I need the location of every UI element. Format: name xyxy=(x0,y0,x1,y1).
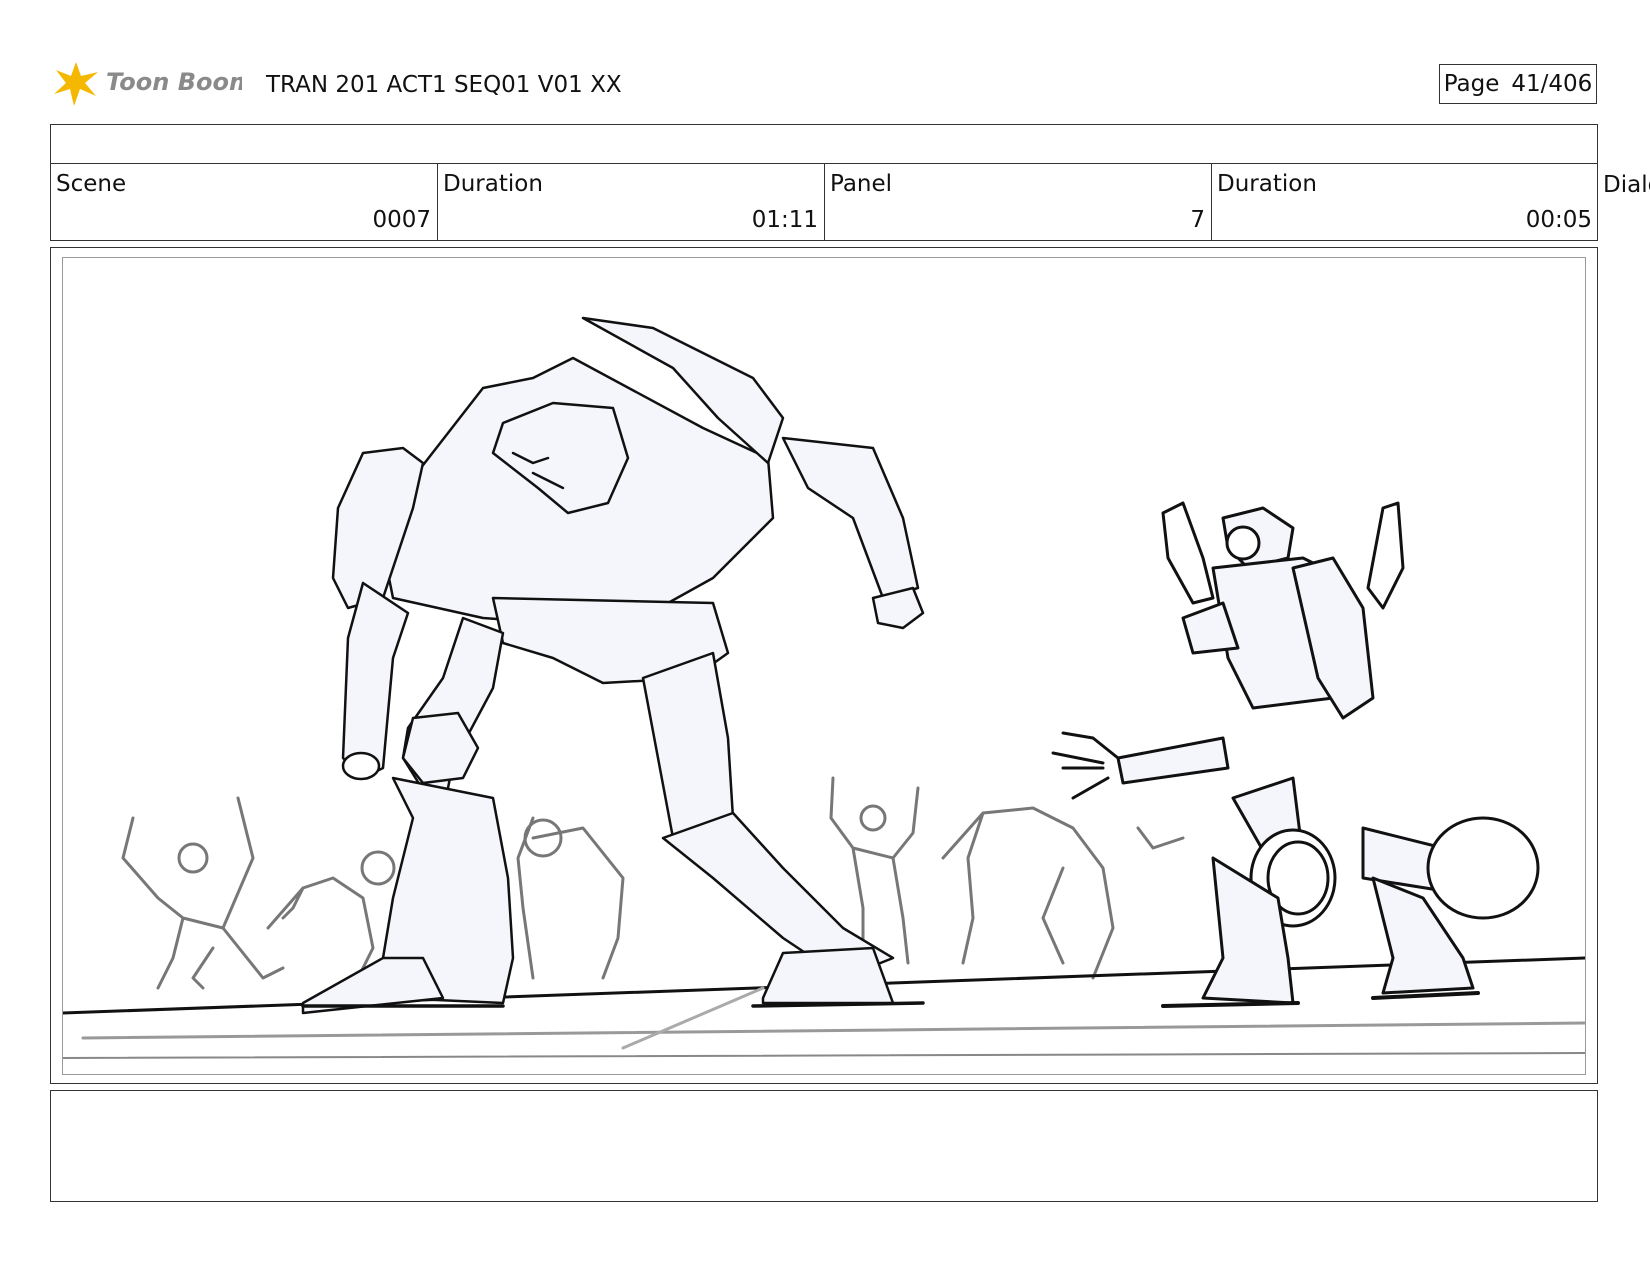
toon-boom-logo: Toon Boom xyxy=(52,58,242,108)
panel-drawing-area xyxy=(62,257,1586,1075)
panel-duration-value: 00:05 xyxy=(1525,207,1592,233)
scene-cell: Scene 0007 xyxy=(51,163,438,241)
page-number: 41/406 xyxy=(1511,71,1593,97)
star-icon xyxy=(54,62,98,106)
panel-value: 7 xyxy=(1190,207,1205,233)
dialog-label-cutoff: Dialo xyxy=(1603,172,1650,198)
panel-duration-cell: Duration 00:05 xyxy=(1212,163,1598,241)
small-robot-sketch xyxy=(1051,501,1540,1008)
panel-duration-label: Duration xyxy=(1217,171,1317,197)
project-title: TRAN 201 ACT1 SEQ01 V01 XX xyxy=(266,72,622,98)
background-crowd-sketch xyxy=(121,776,1185,990)
large-robot-sketch xyxy=(301,316,925,1015)
page-label: Page xyxy=(1443,71,1500,97)
scene-duration-label: Duration xyxy=(443,171,543,197)
page-indicator: Page 41/406 xyxy=(1439,64,1597,104)
blank-header-row xyxy=(51,125,1597,164)
panel-notes-box xyxy=(50,1090,1598,1202)
logo-text: Toon Boom xyxy=(106,68,242,96)
storyboard-sketch xyxy=(63,316,1585,1059)
scene-duration-cell: Duration 01:11 xyxy=(438,163,825,241)
panel-cell: Panel 7 xyxy=(825,163,1212,241)
panel-label: Panel xyxy=(830,171,893,197)
scene-label: Scene xyxy=(56,171,127,197)
scene-info-table: Scene 0007 Duration 01:11 Panel 7 Durati… xyxy=(50,124,1598,241)
scene-duration-value: 01:11 xyxy=(751,207,818,233)
storyboard-panel xyxy=(50,247,1598,1084)
scene-value: 0007 xyxy=(372,207,431,233)
